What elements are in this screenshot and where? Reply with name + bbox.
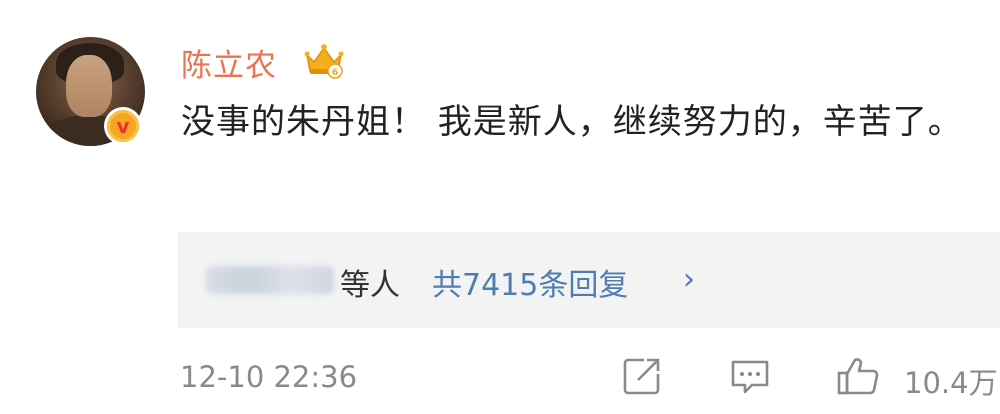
reply-count-link[interactable]: 共7415条回复 bbox=[432, 260, 628, 304]
share-icon[interactable] bbox=[620, 354, 664, 398]
like-count: 10.4万 bbox=[904, 366, 998, 400]
thumbs-up-icon[interactable] bbox=[836, 354, 880, 398]
crown-icon[interactable]: 6 bbox=[304, 40, 344, 80]
svg-text:6: 6 bbox=[332, 68, 338, 78]
comment-icon[interactable] bbox=[728, 354, 772, 398]
comment-text: 没事的朱丹姐！ 我是新人，继续努力的，辛苦了。 bbox=[181, 102, 963, 142]
blurred-reply-usernames bbox=[206, 266, 334, 294]
reply-suffix: 等人 bbox=[340, 268, 400, 303]
chevron-right-icon[interactable]: › bbox=[683, 262, 695, 297]
username[interactable]: 陈立农 bbox=[181, 40, 277, 85]
reply-summary[interactable]: 等人 共7415条回复 › bbox=[178, 232, 1000, 328]
timestamp: 12-10 22:36 bbox=[180, 360, 358, 394]
verified-badge-icon: v bbox=[104, 107, 142, 145]
